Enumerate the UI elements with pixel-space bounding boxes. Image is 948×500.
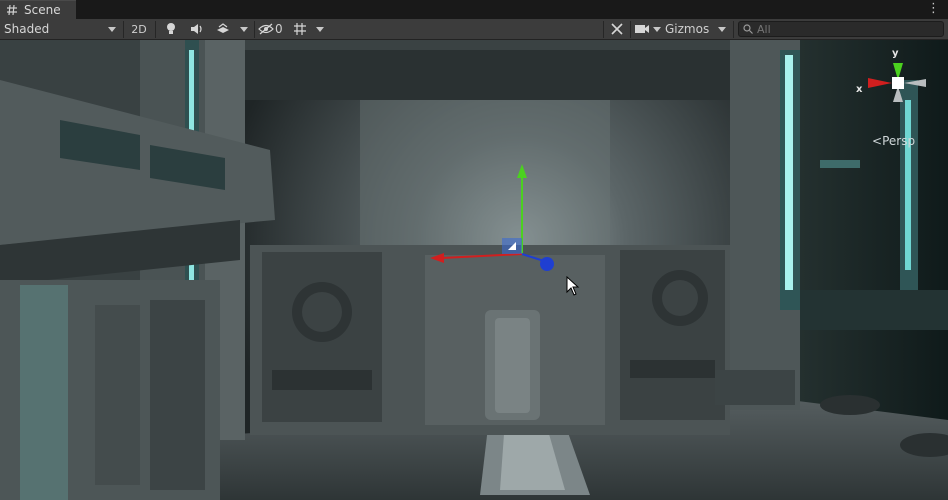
divider [123, 21, 124, 38]
chevron-down-icon [240, 26, 248, 32]
hidden-count: 0 [275, 22, 283, 36]
eye-slash-icon [258, 23, 274, 35]
kebab-menu-icon[interactable]: ⋮ [927, 2, 940, 16]
scene-viewport[interactable]: y x <Persp [0, 40, 948, 500]
tab-scene[interactable]: Scene [0, 0, 76, 19]
grid-icon [294, 23, 306, 35]
window-tab-bar: Scene ⋮ [0, 0, 948, 19]
chevron-down-icon [108, 27, 116, 32]
mouse-cursor-icon [566, 276, 580, 296]
divider [630, 21, 631, 38]
search-box[interactable] [738, 21, 944, 37]
gizmo-y-label: y [892, 48, 899, 59]
neg-x-axis-cone[interactable] [904, 79, 926, 87]
x-axis-handle[interactable] [441, 253, 523, 259]
scene-toolbar: Shaded 2D 0 Gizmos [0, 19, 948, 40]
chevron-down-icon [718, 26, 726, 32]
scene-lighting-toggle[interactable] [160, 19, 182, 39]
search-icon [743, 24, 753, 34]
divider [733, 21, 734, 38]
orientation-gizmo[interactable] [864, 50, 934, 130]
gizmo-x-label: x [856, 84, 863, 95]
camera-settings-dropdown[interactable] [651, 19, 663, 39]
z-axis-cap [540, 257, 554, 271]
center-cube[interactable] [892, 77, 904, 89]
tools-button[interactable] [606, 19, 628, 39]
lightbulb-icon [167, 23, 175, 34]
y-axis-arrowhead [517, 164, 527, 178]
shading-mode-value: Shaded [4, 22, 50, 36]
x-axis-cone[interactable] [868, 78, 892, 88]
gizmos-dropdown[interactable] [714, 19, 730, 39]
effects-layers-icon [217, 23, 229, 33]
grid-toggle[interactable] [289, 19, 311, 39]
divider [603, 21, 604, 38]
effects-dropdown[interactable] [236, 19, 252, 39]
chevron-down-icon [653, 26, 661, 32]
chevron-down-icon [316, 26, 324, 32]
chevron-left-icon: < [872, 134, 883, 148]
scene-hash-icon [6, 4, 18, 16]
gizmos-label: Gizmos [665, 22, 710, 36]
tab-scene-label: Scene [24, 3, 61, 17]
camera-settings-button[interactable] [633, 19, 651, 39]
camera-icon [635, 25, 649, 33]
audio-toggle[interactable] [186, 19, 208, 39]
wrench-icon [611, 23, 623, 35]
z-axis-handle[interactable] [521, 253, 545, 262]
projection-toggle[interactable]: <Persp [872, 134, 915, 148]
2d-toggle-button[interactable]: 2D [127, 19, 151, 39]
gizmos-button[interactable]: Gizmos [665, 19, 711, 39]
x-axis-arrowhead [430, 253, 444, 263]
move-tool-gizmo[interactable] [420, 158, 580, 298]
speaker-icon [191, 24, 202, 34]
2d-toggle-label: 2D [131, 22, 147, 36]
projection-label: Persp [882, 134, 916, 148]
search-input[interactable] [753, 22, 937, 36]
effects-toggle[interactable] [212, 19, 234, 39]
grid-dropdown[interactable] [312, 19, 328, 39]
shading-mode-dropdown[interactable]: Shaded [4, 19, 120, 39]
hidden-objects-toggle[interactable]: 0 [258, 19, 284, 39]
divider [155, 21, 156, 38]
divider [254, 21, 255, 38]
